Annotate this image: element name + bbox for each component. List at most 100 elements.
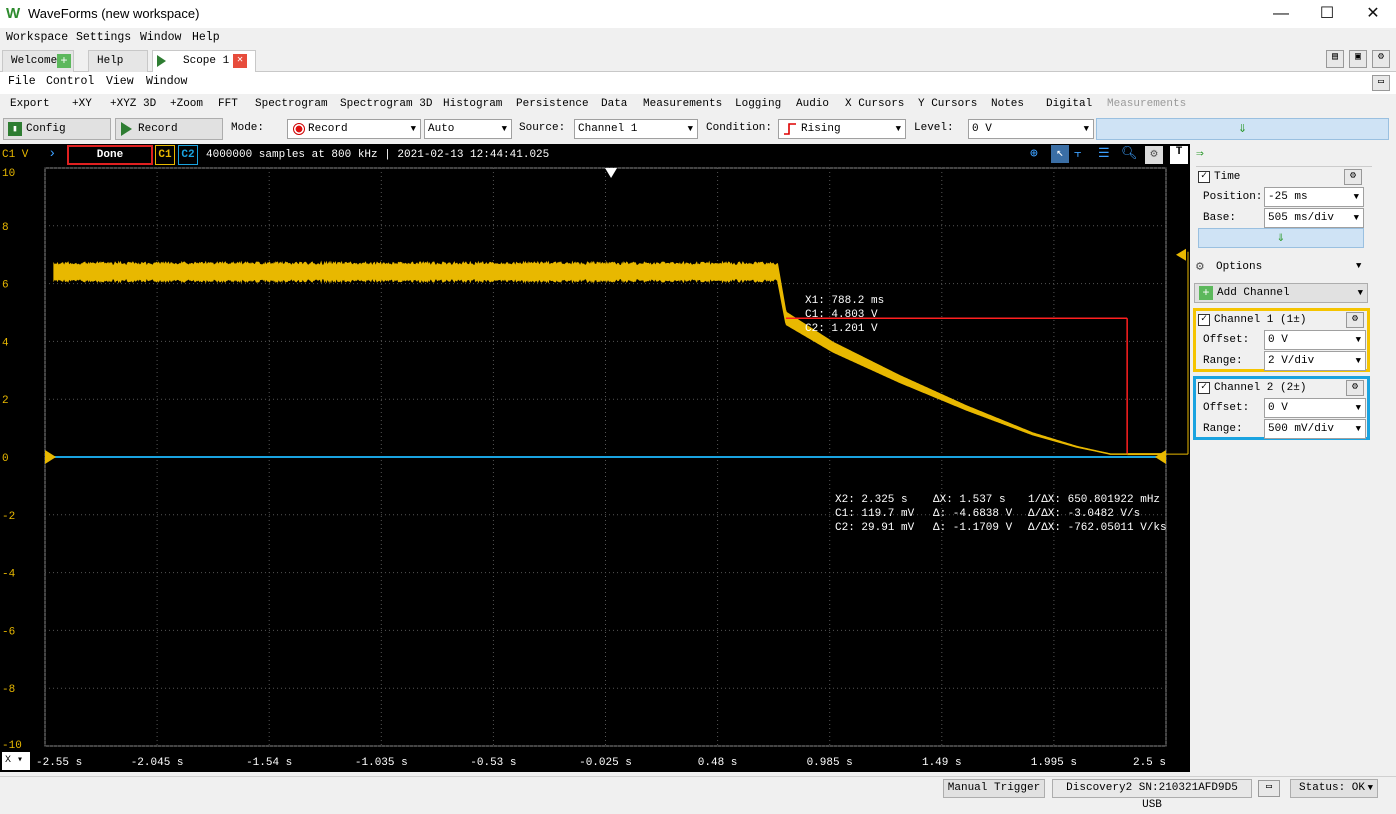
ch2-offset-input[interactable]: 0 V ▼ — [1264, 398, 1366, 418]
toolbar-logging[interactable]: Logging — [735, 98, 781, 110]
settings-gear-icon[interactable]: ⚙ — [1372, 50, 1390, 68]
menu-help[interactable]: Help — [192, 31, 220, 44]
toolbar-zoom[interactable]: +Zoom — [170, 98, 203, 110]
base-input[interactable]: 505 ms/div ▼ — [1264, 208, 1364, 228]
cursor2-measure-label: Δ: -4.6838 V — [933, 508, 1013, 520]
condition-select[interactable]: Rising ▼ — [778, 119, 906, 139]
channel-2-section: ✓ Channel 2 (2±) ⚙ Offset: 0 V ▼ Range: 5… — [1193, 376, 1370, 440]
close-button[interactable]: ✕ — [1350, 0, 1396, 28]
ch2-offset-label: Offset: — [1203, 402, 1249, 414]
minimize-button[interactable]: — — [1258, 0, 1304, 28]
close-tab-icon[interactable]: ✕ — [233, 54, 247, 68]
toolbar-histogram[interactable]: Histogram — [443, 98, 502, 110]
dock-icon[interactable]: ▭ — [1372, 75, 1390, 91]
chevron-down-icon: ▼ — [1356, 331, 1361, 349]
tab-scope-label: Scope 1 — [183, 55, 229, 67]
maximize-button[interactable]: ☐ — [1304, 0, 1350, 28]
menu-instrument-window[interactable]: Window — [146, 75, 187, 88]
record-button[interactable]: Record — [115, 118, 223, 140]
scope-plot[interactable]: 10 8 6 4 2 0 -2 -4 -6 -8 -10 X1: 788.2 ms C1: 4.803 … — [0, 166, 1190, 750]
ch1-offset-value: 0 V — [1268, 334, 1288, 346]
status-button[interactable]: Status: OK ▼ — [1290, 779, 1378, 798]
menu-workspace[interactable]: Workspace — [6, 31, 68, 44]
toolbar-export[interactable]: Export — [10, 98, 50, 110]
manual-trigger-button[interactable]: Manual Trigger — [943, 779, 1045, 798]
chevron-down-icon: ▼ — [1356, 261, 1361, 271]
vertical-cursor-icon[interactable]: ☰ — [1098, 146, 1114, 162]
ch2-offset-value: 0 V — [1268, 402, 1288, 414]
toolbar-xyz3d[interactable]: +XYZ 3D — [110, 98, 156, 110]
toolbar-xy[interactable]: +XY — [72, 98, 92, 110]
tab-help[interactable]: Help — [88, 50, 148, 72]
device-info[interactable]: Discovery2 SN:210321AFD9D5 USB — [1052, 779, 1252, 798]
add-icon: + — [1199, 286, 1213, 300]
channel-2-settings-gear-icon[interactable]: ⚙ — [1346, 380, 1364, 396]
time-settings-gear-icon[interactable]: ⚙ — [1344, 169, 1362, 185]
toolbar-data[interactable]: Data — [601, 98, 627, 110]
trigger-t-icon[interactable]: T — [1170, 146, 1188, 164]
cursor2-measure-label: C2: 29.91 mV — [835, 522, 915, 534]
add-channel-button[interactable]: + Add Channel ▼ — [1194, 283, 1368, 303]
toolbar-audio[interactable]: Audio — [796, 98, 829, 110]
instrument-menu-bar: File Control View Window ▭ — [0, 72, 1396, 94]
tab-scope[interactable]: Scope 1 ✕ — [152, 50, 256, 73]
toolbar-y-cursors[interactable]: Y Cursors — [918, 98, 977, 110]
channel-1-section: ✓ Channel 1 (1±) ⚙ Offset: 0 V ▼ Range: 2… — [1193, 308, 1370, 372]
menu-settings[interactable]: Settings — [76, 31, 131, 44]
toolbar-persistence[interactable]: Persistence — [516, 98, 589, 110]
menu-view[interactable]: View — [106, 75, 134, 88]
cursor-select-icon[interactable]: ↖ — [1051, 145, 1069, 163]
menu-control[interactable]: Control — [46, 75, 94, 88]
time-expand-arrow-icon[interactable]: ⇓ — [1198, 228, 1364, 248]
time-title: Time — [1214, 171, 1240, 183]
scope-chart[interactable]: 10 8 6 4 2 0 -2 -4 -6 -8 -10 X1: 788.2 ms C1: 4.803 … — [0, 166, 1190, 750]
toolbar-digital[interactable]: Digital — [1046, 98, 1092, 110]
device-icon[interactable]: ▭ — [1258, 780, 1280, 797]
channel-2-checkbox[interactable]: ✓ — [1198, 382, 1210, 394]
toolbar-x-cursors[interactable]: X Cursors — [845, 98, 904, 110]
ch2-range-input[interactable]: 500 mV/div ▼ — [1264, 419, 1366, 439]
tab-welcome[interactable]: Welcome + — [2, 50, 74, 72]
toolbar-fft[interactable]: FFT — [218, 98, 238, 110]
mode-select[interactable]: Record ▼ — [287, 119, 421, 139]
acquisition-state-badge: Done — [67, 145, 153, 165]
source-select[interactable]: Channel 1 ▼ — [574, 119, 698, 139]
x-tick-label: 2.5 s — [1133, 757, 1166, 769]
ch1-range-input[interactable]: 2 V/div ▼ — [1264, 351, 1366, 371]
menu-window[interactable]: Window — [140, 31, 181, 44]
ch2-range-label: Range: — [1203, 423, 1243, 435]
time-checkbox[interactable]: ✓ — [1198, 171, 1210, 183]
horizontal-cursor-icon[interactable]: ⫟ — [1074, 146, 1090, 162]
toolbar-spectrogram[interactable]: Spectrogram — [255, 98, 328, 110]
chevron-down-icon: ▼ — [1354, 209, 1359, 227]
position-input[interactable]: -25 ms ▼ — [1264, 187, 1364, 207]
source-label: Source: — [519, 122, 565, 134]
channel-1-checkbox[interactable]: ✓ — [1198, 314, 1210, 326]
c2-badge[interactable]: C2 — [178, 145, 198, 165]
add-channel-label: Add Channel — [1217, 287, 1290, 299]
y-tick-label: 2 — [2, 395, 9, 407]
plot-settings-gear-icon[interactable]: ⚙ — [1145, 146, 1163, 164]
toolbar-measurements[interactable]: Measurements — [643, 98, 722, 110]
options-row[interactable]: ⚙ Options ▼ — [1196, 258, 1372, 278]
chevron-down-icon: ▼ — [1356, 420, 1361, 438]
y-tick-label: -4 — [2, 569, 16, 581]
zoom-icon[interactable]: 🔍︎ — [1121, 146, 1137, 162]
level-input[interactable]: 0 V ▼ — [968, 119, 1094, 139]
config-button[interactable]: ▮ Config — [3, 118, 111, 140]
add-icon[interactable]: + — [57, 54, 71, 68]
acquisition-mode-select[interactable]: Auto ▼ — [424, 119, 512, 139]
chevron-right-icon[interactable]: › — [48, 146, 56, 162]
toolbar-spectrogram3d[interactable]: Spectrogram 3D — [340, 98, 432, 110]
toolbar-measurements-disabled: Measurements — [1107, 98, 1186, 110]
collapse-arrow-icon[interactable]: ⇒ — [1196, 146, 1204, 161]
channel-1-settings-gear-icon[interactable]: ⚙ — [1346, 312, 1364, 328]
menu-file[interactable]: File — [8, 75, 36, 88]
c1-badge[interactable]: C1 — [155, 145, 175, 165]
expand-down-arrow-icon[interactable]: ⇓ — [1096, 118, 1389, 140]
zoom-in-icon[interactable]: ⊕ — [1030, 146, 1046, 162]
window-layout-icon[interactable]: ▣ — [1349, 50, 1367, 68]
toolbar-notes[interactable]: Notes — [991, 98, 1024, 110]
ch1-offset-input[interactable]: 0 V ▼ — [1264, 330, 1366, 350]
tile-windows-icon[interactable]: ▤ — [1326, 50, 1344, 68]
